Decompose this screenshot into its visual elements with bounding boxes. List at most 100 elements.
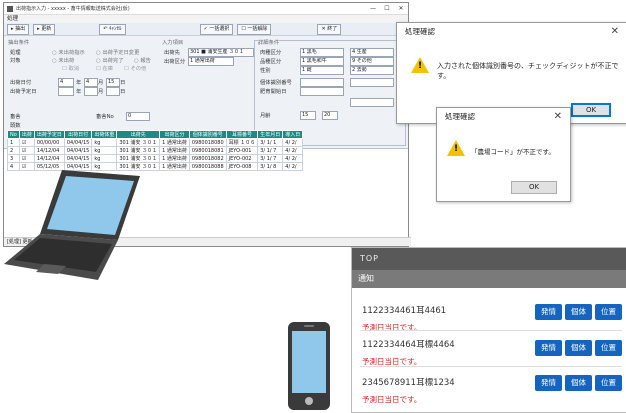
table-cell[interactable]: kg (91, 138, 118, 147)
table-cell[interactable]: 14/12/04 (33, 154, 65, 163)
table-cell[interactable]: 3/ 1/ 1 (257, 138, 284, 147)
table-cell[interactable]: 04/04/15 (63, 138, 93, 147)
age-from-input[interactable]: 15 (300, 111, 316, 120)
sex-to-select[interactable]: 2 去勢 (350, 66, 394, 75)
plan-day-input[interactable]: 15 (106, 78, 120, 87)
table-row[interactable]: 1 ☑ 00/00/00 04/04/15 kg 301 浦安 ３０１ 1 通常出荷 0980… (7, 138, 304, 147)
release-all-button[interactable]: ☐ 一括解除 (237, 23, 272, 35)
table-cell[interactable]: 1 通常出荷 (159, 146, 190, 155)
column-header[interactable]: 導入日 (282, 130, 304, 139)
table-cell[interactable]: 301 浦安 ３０１ (116, 146, 161, 155)
cancel-button[interactable]: ↶ ｷｬﾝｾﾙ (99, 23, 126, 35)
column-header[interactable]: No (7, 130, 20, 139)
table-cell[interactable]: 04/04/15 (63, 154, 93, 163)
column-header[interactable]: 出荷体重 (91, 130, 118, 139)
table-cell[interactable]: kg (91, 154, 118, 163)
table-cell[interactable]: 0980018088 (188, 162, 227, 171)
radio-report[interactable]: ○ 報告 (134, 56, 151, 64)
age-to-input[interactable]: 20 (322, 111, 338, 120)
table-cell[interactable]: 1 通常出荷 (159, 154, 190, 163)
plan-month-input[interactable]: 4 (84, 78, 98, 87)
estrus-button[interactable]: 発情 (535, 304, 562, 320)
column-header[interactable]: 耳標番号 (225, 130, 259, 139)
location-button[interactable]: 位置 (595, 340, 622, 356)
table-row[interactable]: 3 ☑ 14/12/04 04/04/15 kg 301 浦安 ３０１ 1 通常出荷 0980… (7, 154, 304, 163)
table-cell[interactable]: 0980018081 (188, 146, 227, 155)
table-cell[interactable]: 301 浦安 ３０１ (116, 138, 161, 147)
column-header[interactable]: 出荷先 (116, 130, 161, 139)
individual-button[interactable]: 個体 (565, 340, 592, 356)
column-header[interactable]: 出荷 (18, 130, 35, 139)
kind-to-select[interactable]: 9 その他 (350, 57, 394, 66)
close-icon[interactable]: ✕ (554, 111, 562, 122)
table-cell[interactable]: JEYO-001 (225, 146, 259, 155)
kind-from-select[interactable]: 1 黒毛和牛 (300, 57, 344, 66)
ship-year-input[interactable] (58, 87, 74, 96)
table-cell[interactable]: 耳標 １０６ (225, 138, 259, 147)
column-header[interactable]: 出荷予定日 (33, 130, 65, 139)
table-cell[interactable]: kg (91, 146, 118, 155)
check-other[interactable]: ☐ その他 (124, 64, 146, 72)
close-icon[interactable]: ✕ (611, 26, 619, 37)
table-cell[interactable]: 3/ 1/ 8 (257, 162, 284, 171)
radio-unshipped-instruction[interactable]: ○ 未出荷指示 (52, 48, 85, 56)
location-button[interactable]: 位置 (595, 304, 622, 320)
table-cell[interactable]: 4/ 2/ (282, 154, 304, 163)
ship-day-input[interactable] (106, 87, 120, 96)
ok-button[interactable]: OK (511, 181, 557, 194)
column-header[interactable]: 個体識別番号 (188, 130, 227, 139)
ship-type-select[interactable]: 1 通常出荷 (188, 57, 234, 66)
indiv-from-input[interactable] (300, 78, 344, 87)
table-cell[interactable]: JEYO-008 (225, 162, 259, 171)
table-cell[interactable]: 0980018080 (188, 138, 227, 147)
table-cell[interactable]: 14/12/04 (33, 146, 65, 155)
arrival-from-input[interactable] (300, 87, 344, 96)
column-header[interactable]: 出荷区分 (159, 130, 190, 139)
estrus-button[interactable]: 発情 (535, 375, 562, 391)
breed-to-select[interactable]: 4 生産 (350, 48, 394, 57)
ok-button[interactable]: OK (571, 103, 611, 117)
table-cell[interactable]: 3/ 1/ 7 (257, 154, 284, 163)
table-cell[interactable]: 4/ 2/ (282, 146, 304, 155)
plan-year-input[interactable]: 4 (58, 78, 74, 87)
minimize-icon[interactable]: — (366, 5, 380, 12)
ship-checkbox[interactable]: ☑ (18, 138, 35, 147)
table-row[interactable]: 2 ☑ 14/12/04 04/04/15 kg 301 浦安 ３０１ 1 通常出荷 0980… (7, 146, 304, 155)
check-cancel[interactable]: ☐ 取消 (62, 64, 79, 72)
table-cell[interactable]: 1 通常出荷 (159, 162, 190, 171)
update-button[interactable]: ▸ 更新 (33, 23, 56, 35)
check-stock[interactable]: ☐ 在庫 (96, 64, 113, 72)
location-button[interactable]: 位置 (595, 375, 622, 391)
table-cell[interactable]: 4/ 2/ (282, 162, 304, 171)
close-button[interactable]: ✕ 終了 (317, 23, 342, 35)
table-cell[interactable]: 301 浦安 ３０１ (116, 154, 161, 163)
menu-process[interactable]: 処理 (7, 16, 18, 22)
sex-from-select[interactable]: 1 雌 (300, 66, 344, 75)
breed-from-select[interactable]: 1 黒毛 (300, 48, 344, 57)
table-cell[interactable]: 00/00/00 (33, 138, 65, 147)
table-cell[interactable]: JEYO-002 (225, 154, 259, 163)
estrus-button[interactable]: 発情 (535, 340, 562, 356)
radio-shipped[interactable]: ○ 出荷完了 (96, 56, 124, 64)
ship-checkbox[interactable]: ☑ (18, 146, 35, 155)
individual-button[interactable]: 個体 (565, 375, 592, 391)
table-cell[interactable]: 1 通常出荷 (159, 138, 190, 147)
individual-button[interactable]: 個体 (565, 304, 592, 320)
radio-plan-change[interactable]: ○ 出荷予定日変更 (96, 48, 139, 56)
ship-month-input[interactable] (84, 87, 98, 96)
column-header[interactable]: 出荷日付 (63, 130, 93, 139)
pick-button[interactable]: ▸ 抽出 (7, 23, 30, 35)
table-cell[interactable]: 0980018082 (188, 154, 227, 163)
table-cell[interactable]: 04/04/15 (63, 146, 93, 155)
maximize-icon[interactable]: ☐ (380, 5, 394, 12)
radio-unshipped[interactable]: ○ 未出荷 (52, 56, 74, 64)
ship-checkbox[interactable]: ☑ (18, 154, 35, 163)
close-icon[interactable]: ✕ (394, 5, 408, 12)
indiv-to-input[interactable] (350, 78, 394, 87)
table-cell[interactable]: 3/ 1/ 7 (257, 146, 284, 155)
select-all-button[interactable]: ✓ 一括選択 (199, 23, 234, 35)
cattle-no-input[interactable]: 0 (126, 112, 150, 121)
dest-select[interactable]: 301 ■ 浦安生産 ３０１ (188, 48, 254, 57)
arrival-to-input[interactable] (350, 98, 394, 107)
table-cell[interactable]: 4/ 2/ (282, 138, 304, 147)
